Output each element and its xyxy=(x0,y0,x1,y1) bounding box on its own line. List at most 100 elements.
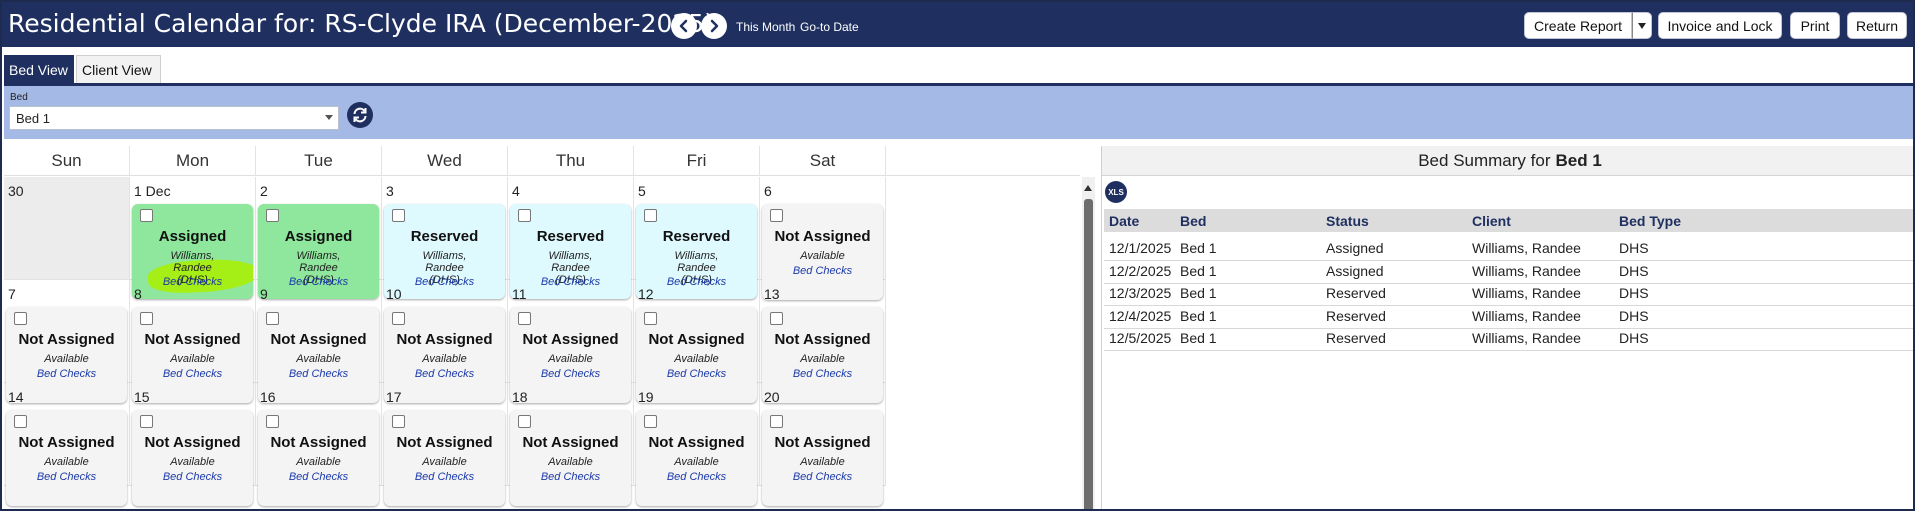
bed-status-card[interactable]: Not Assigned Available Bed Checks xyxy=(132,410,253,506)
bed-status-label: Not Assigned xyxy=(774,434,871,451)
bed-checks-link[interactable]: Bed Checks xyxy=(762,265,883,277)
calendar-day-cell[interactable]: 10 Not Assigned Available Bed Checks xyxy=(382,280,508,403)
day-select-checkbox[interactable] xyxy=(392,415,405,428)
calendar-day-cell[interactable]: 2 Assigned Williams, Randee (DHS) Bed Check… xyxy=(256,177,382,299)
day-select-checkbox[interactable] xyxy=(140,312,153,325)
bed-status-label: Not Assigned xyxy=(18,331,115,348)
bed-checks-link[interactable]: Bed Checks xyxy=(384,471,505,483)
bed-status-card[interactable]: Not Assigned Available Bed Checks xyxy=(258,410,379,506)
bed-status-card[interactable]: Not Assigned Available Bed Checks xyxy=(6,410,127,506)
day-select-checkbox[interactable] xyxy=(644,415,657,428)
scroll-up-icon[interactable] xyxy=(1084,185,1092,191)
day-select-checkbox[interactable] xyxy=(266,209,279,222)
day-select-checkbox[interactable] xyxy=(14,312,27,325)
day-select-checkbox[interactable] xyxy=(644,312,657,325)
summary-col-bed[interactable]: Bed xyxy=(1180,209,1206,232)
next-month-button[interactable] xyxy=(701,13,727,39)
bed-checks-link[interactable]: Bed Checks xyxy=(384,368,505,380)
availability-label: Available xyxy=(44,353,89,365)
calendar-day-cell[interactable]: 9 Not Assigned Available Bed Checks xyxy=(256,280,382,403)
create-report-dropdown[interactable] xyxy=(1632,12,1652,39)
go-to-date-link[interactable]: Go-to Date xyxy=(800,20,859,34)
bed-checks-link[interactable]: Bed Checks xyxy=(510,471,631,483)
day-select-checkbox[interactable] xyxy=(518,415,531,428)
calendar-day-cell[interactable]: 18 Not Assigned Available Bed Checks xyxy=(508,383,634,506)
bed-checks-link[interactable]: Bed Checks xyxy=(132,471,253,483)
bed-checks-link[interactable]: Bed Checks xyxy=(762,471,883,483)
calendar-day-cell[interactable]: 7 Not Assigned Available Bed Checks xyxy=(4,280,130,403)
bed-select[interactable]: Bed 1 xyxy=(9,106,339,130)
calendar-day-cell[interactable]: 30 xyxy=(4,177,130,280)
calendar-day-cell[interactable]: 6 Not Assigned Available Bed Checks xyxy=(760,177,886,300)
calendar-day-cell[interactable]: 3 Reserved Williams, Randee (DHS) Bed Check… xyxy=(382,177,508,299)
summary-col-date[interactable]: Date xyxy=(1109,209,1139,232)
bed-checks-link[interactable]: Bed Checks xyxy=(258,368,379,380)
return-button[interactable]: Return xyxy=(1847,12,1907,39)
bed-checks-link[interactable]: Bed Checks xyxy=(762,368,883,380)
day-select-checkbox[interactable] xyxy=(518,312,531,325)
day-select-checkbox[interactable] xyxy=(392,312,405,325)
summary-col-client[interactable]: Client xyxy=(1472,209,1511,232)
calendar-day-cell[interactable]: 15 Not Assigned Available Bed Checks xyxy=(130,383,256,506)
day-number: 5 xyxy=(638,183,646,199)
bed-checks-link[interactable]: Bed Checks xyxy=(132,368,253,380)
calendar-day-cell[interactable]: 13 Not Assigned Available Bed Checks xyxy=(760,280,886,403)
this-month-link[interactable]: This Month xyxy=(736,20,795,34)
day-select-checkbox[interactable] xyxy=(644,209,657,222)
invoice-lock-button[interactable]: Invoice and Lock xyxy=(1658,12,1782,39)
prev-month-button[interactable] xyxy=(671,13,697,39)
export-xls-button[interactable]: XLS xyxy=(1105,181,1127,203)
calendar-day-cell[interactable]: 14 Not Assigned Available Bed Checks xyxy=(4,383,130,506)
calendar-day-cell[interactable]: 1 Dec Assigned Williams, Randee (DHS) Bed C… xyxy=(130,177,256,299)
bed-status-label: Not Assigned xyxy=(270,331,367,348)
day-number: 12 xyxy=(638,286,654,302)
calendar-day-cell[interactable]: 17 Not Assigned Available Bed Checks xyxy=(382,383,508,506)
calendar-day-cell[interactable]: 12 Not Assigned Available Bed Checks xyxy=(634,280,760,403)
calendar-day-cell[interactable]: 20 Not Assigned Available Bed Checks xyxy=(760,383,886,506)
summary-col-bed-type[interactable]: Bed Type xyxy=(1619,209,1681,232)
calendar-day-cell[interactable]: 19 Not Assigned Available Bed Checks xyxy=(634,383,760,506)
day-select-checkbox[interactable] xyxy=(392,209,405,222)
calendar-day-cell[interactable]: 16 Not Assigned Available Bed Checks xyxy=(256,383,382,506)
summary-cell-date: 12/5/2025 xyxy=(1109,329,1172,346)
summary-col-status[interactable]: Status xyxy=(1326,209,1369,232)
calendar-scrollbar[interactable] xyxy=(1082,177,1095,509)
table-row[interactable]: 12/5/2025 Bed 1 Reserved Williams, Randee DH… xyxy=(1104,324,1913,351)
availability-label: Available xyxy=(674,456,719,468)
bed-status-card[interactable]: Not Assigned Available Bed Checks xyxy=(762,410,883,506)
bed-checks-link[interactable]: Bed Checks xyxy=(6,471,127,483)
bed-summary-panel: Bed Summary for Bed 1 XLS Date Bed Status C… xyxy=(1101,146,1913,509)
tab-bed-view[interactable]: Bed View xyxy=(4,55,74,84)
day-select-checkbox[interactable] xyxy=(14,415,27,428)
create-report-button[interactable]: Create Report xyxy=(1524,12,1632,39)
day-select-checkbox[interactable] xyxy=(266,415,279,428)
calendar-day-cell[interactable]: 5 Reserved Williams, Randee (DHS) Bed Check… xyxy=(634,177,760,299)
calendar-day-cell[interactable]: 4 Reserved Williams, Randee (DHS) Bed Check… xyxy=(508,177,634,299)
day-select-checkbox[interactable] xyxy=(140,415,153,428)
bed-status-label: Reserved xyxy=(536,228,605,245)
day-select-checkbox[interactable] xyxy=(770,312,783,325)
availability-label: Available xyxy=(44,456,89,468)
scrollbar-thumb[interactable] xyxy=(1084,199,1093,509)
day-select-checkbox[interactable] xyxy=(518,209,531,222)
bed-checks-link[interactable]: Bed Checks xyxy=(6,368,127,380)
bed-status-card[interactable]: Not Assigned Available Bed Checks xyxy=(510,410,631,506)
bed-checks-link[interactable]: Bed Checks xyxy=(258,471,379,483)
bed-status-label: Assigned xyxy=(284,228,353,245)
availability-label: Available xyxy=(548,353,593,365)
bed-summary-title: Bed Summary for Bed 1 xyxy=(1102,146,1913,176)
bed-checks-link[interactable]: Bed Checks xyxy=(636,368,757,380)
print-button[interactable]: Print xyxy=(1790,12,1840,39)
refresh-button[interactable] xyxy=(347,102,373,128)
day-select-checkbox[interactable] xyxy=(266,312,279,325)
bed-checks-link[interactable]: Bed Checks xyxy=(510,368,631,380)
bed-status-card[interactable]: Not Assigned Available Bed Checks xyxy=(636,410,757,506)
bed-checks-link[interactable]: Bed Checks xyxy=(636,471,757,483)
calendar-day-cell[interactable]: 11 Not Assigned Available Bed Checks xyxy=(508,280,634,403)
day-select-checkbox[interactable] xyxy=(140,209,153,222)
bed-status-card[interactable]: Not Assigned Available Bed Checks xyxy=(384,410,505,506)
calendar-day-cell[interactable]: 8 Not Assigned Available Bed Checks xyxy=(130,280,256,403)
day-select-checkbox[interactable] xyxy=(770,209,783,222)
tab-client-view[interactable]: Client View xyxy=(76,55,161,84)
day-select-checkbox[interactable] xyxy=(770,415,783,428)
